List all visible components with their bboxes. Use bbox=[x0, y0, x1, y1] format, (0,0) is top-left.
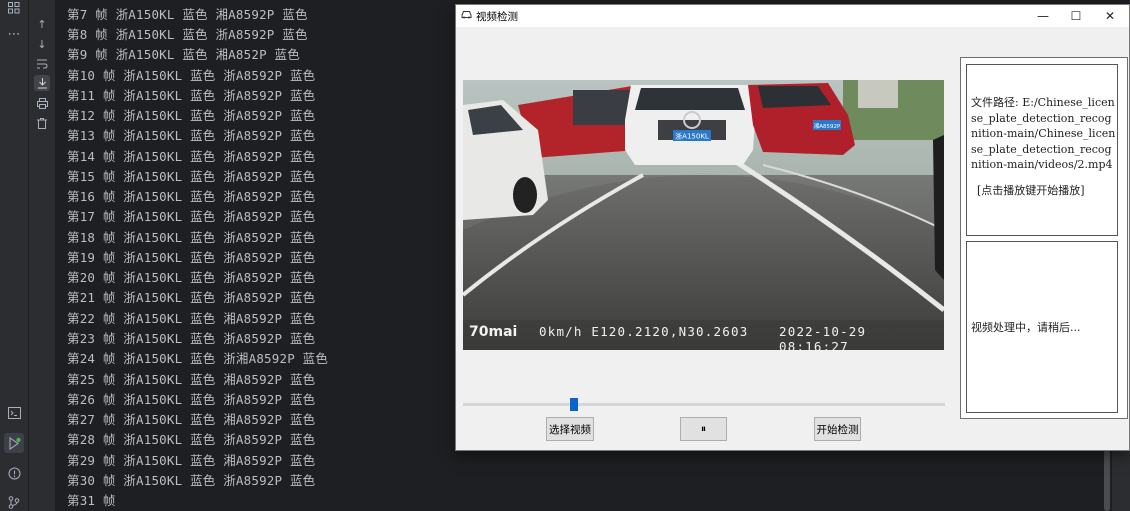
file-info-box: 文件路径: E:/Chinese_license_plate_detection… bbox=[966, 64, 1118, 236]
pause-button[interactable]: ⏸ bbox=[680, 417, 727, 441]
problems-icon[interactable] bbox=[6, 465, 22, 481]
git-icon[interactable] bbox=[6, 494, 22, 510]
file-path-text: 文件路径: E:/Chinese_license_plate_detection… bbox=[971, 96, 1116, 171]
console-line: 第15 帧 浙A150KL 蓝色 浙A8592P 蓝色 bbox=[67, 169, 316, 184]
run-toolbar: ↑ ↓ bbox=[29, 0, 55, 511]
console-line: 第26 帧 浙A150KL 蓝色 浙A8592P 蓝色 bbox=[67, 392, 316, 407]
dashcam-scene: 浙A150KL 湘A8592P bbox=[463, 80, 944, 350]
window-title: 视频检测 bbox=[476, 11, 518, 23]
console-line: 第28 帧 浙A150KL 蓝色 浙A8592P 蓝色 bbox=[67, 432, 316, 447]
start-detect-button[interactable]: 开始检测 bbox=[814, 417, 861, 441]
arrow-up-icon[interactable]: ↑ bbox=[34, 16, 50, 32]
minimize-button[interactable]: — bbox=[1026, 5, 1060, 27]
run-icon[interactable] bbox=[4, 433, 24, 453]
console-line: 第14 帧 浙A150KL 蓝色 浙A8592P 蓝色 bbox=[67, 149, 316, 164]
car-icon bbox=[461, 9, 472, 22]
console-line: 第17 帧 浙A150KL 蓝色 浙A8592P 蓝色 bbox=[67, 209, 316, 224]
console-line: 第7 帧 浙A150KL 蓝色 湘A8592P 蓝色 bbox=[67, 7, 308, 22]
video-frame[interactable]: 浙A150KL 湘A8592P 70mai 0km/h E120.2120,N3… bbox=[463, 80, 944, 350]
select-video-button[interactable]: 选择视频 bbox=[546, 417, 594, 441]
right-plate: 湘A8592P bbox=[814, 122, 841, 130]
arrow-down-icon[interactable]: ↓ bbox=[34, 36, 50, 52]
scroll-to-end-icon[interactable] bbox=[34, 75, 50, 91]
console-line: 第31 帧 bbox=[67, 493, 116, 508]
console-line: 第12 帧 浙A150KL 蓝色 浙A8592P 蓝色 bbox=[67, 108, 316, 123]
console-line: 第30 帧 浙A150KL 蓝色 浙A8592P 蓝色 bbox=[67, 473, 316, 488]
progress-slider-track[interactable] bbox=[463, 403, 945, 406]
console-scrollbar[interactable] bbox=[1104, 448, 1110, 511]
console-line: 第27 帧 浙A150KL 蓝色 湘A8592P 蓝色 bbox=[67, 412, 316, 427]
console-line: 第8 帧 浙A150KL 蓝色 浙A8592P 蓝色 bbox=[67, 27, 308, 42]
terminal-icon[interactable] bbox=[6, 405, 22, 421]
console-line: 第13 帧 浙A150KL 蓝色 浙A8592P 蓝色 bbox=[67, 128, 316, 143]
console-line: 第10 帧 浙A150KL 蓝色 浙A8592P 蓝色 bbox=[67, 68, 316, 83]
console-line: 第21 帧 浙A150KL 蓝色 浙A8592P 蓝色 bbox=[67, 290, 316, 305]
front-plate: 浙A150KL bbox=[675, 132, 709, 141]
activity-bar: ⋯ bbox=[0, 0, 29, 511]
play-hint-text: [点击播放键开始播放] bbox=[977, 183, 1085, 197]
print-icon[interactable] bbox=[34, 95, 50, 111]
status-box: 视频处理中，请稍后... bbox=[966, 241, 1118, 413]
console-line: 第16 帧 浙A150KL 蓝色 浙A8592P 蓝色 bbox=[67, 189, 316, 204]
video-timestamp: 2022-10-29 08:16:27 bbox=[779, 324, 867, 350]
console-line: 第19 帧 浙A150KL 蓝色 浙A8592P 蓝色 bbox=[67, 250, 316, 265]
soft-wrap-icon[interactable] bbox=[34, 56, 50, 72]
console-line: 第24 帧 浙A150KL 蓝色 浙湘A8592P 蓝色 bbox=[67, 351, 329, 366]
maximize-button[interactable]: ☐ bbox=[1059, 5, 1093, 27]
console-line: 第29 帧 浙A150KL 蓝色 湘A8592P 蓝色 bbox=[67, 453, 316, 468]
console-line: 第23 帧 浙A150KL 蓝色 浙A8592P 蓝色 bbox=[67, 331, 316, 346]
console-line: 第20 帧 浙A150KL 蓝色 浙A8592P 蓝色 bbox=[67, 270, 316, 285]
console-line: 第25 帧 浙A150KL 蓝色 湘A8592P 蓝色 bbox=[67, 372, 316, 387]
console-line: 第18 帧 浙A150KL 蓝色 浙A8592P 蓝色 bbox=[67, 230, 316, 245]
console-line: 第22 帧 浙A150KL 蓝色 湘A8592P 蓝色 bbox=[67, 311, 316, 326]
info-panel: 文件路径: E:/Chinese_license_plate_detection… bbox=[960, 57, 1128, 419]
title-bar[interactable]: 视频检测 — ☐ ✕ bbox=[456, 5, 1129, 27]
speed-coordinates: 0km/h E120.2120,N30.2603 bbox=[539, 324, 749, 339]
more-icon[interactable]: ⋯ bbox=[6, 26, 22, 42]
trash-icon[interactable] bbox=[34, 115, 50, 131]
structure-icon[interactable] bbox=[6, 0, 22, 16]
console-line: 第9 帧 浙A150KL 蓝色 湘A852P 蓝色 bbox=[67, 47, 300, 62]
progress-slider-handle[interactable] bbox=[569, 398, 578, 411]
right-tool-strip bbox=[1112, 448, 1130, 511]
console-line: 第11 帧 浙A150KL 蓝色 浙A8592P 蓝色 bbox=[67, 88, 316, 103]
dashcam-brand: 70mai bbox=[469, 324, 518, 340]
status-text: 视频处理中，请稍后... bbox=[971, 321, 1081, 334]
close-button[interactable]: ✕ bbox=[1093, 5, 1127, 27]
video-detect-window: 视频检测 — ☐ ✕ 浙A150KL 湘A8592P 70mai 0km/h E… bbox=[455, 4, 1130, 451]
